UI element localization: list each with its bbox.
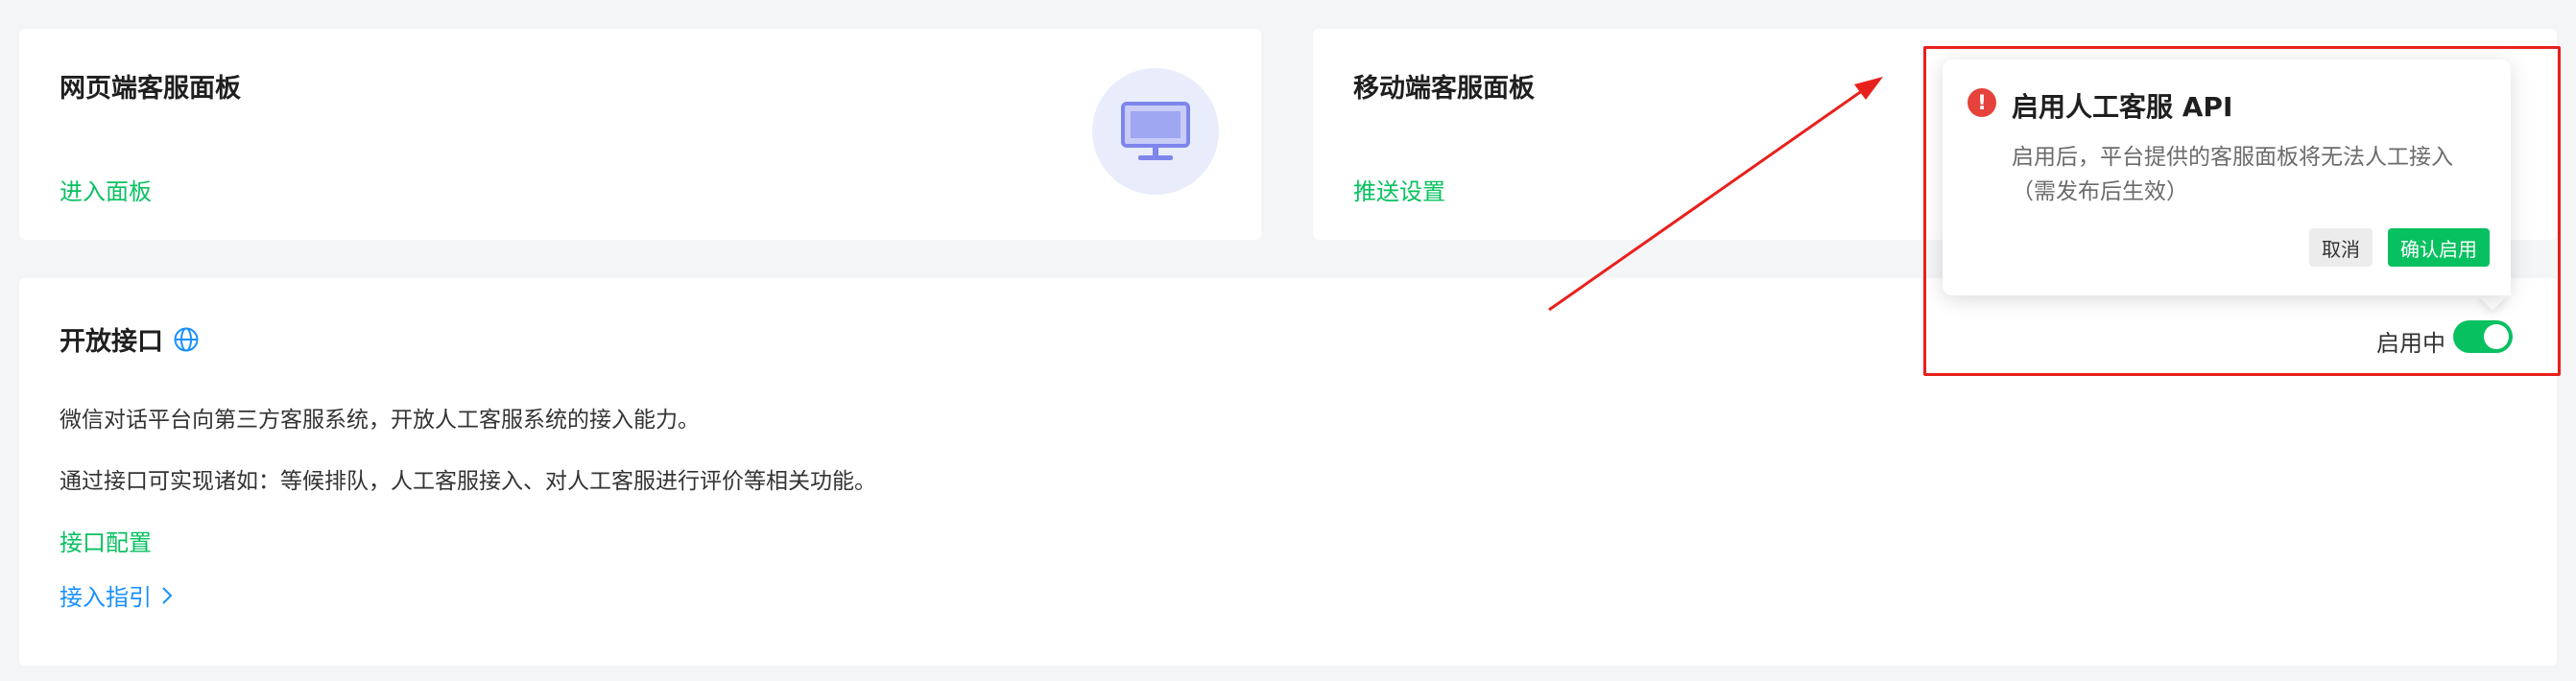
web-panel-card: 网页端客服面板 进入面板 bbox=[19, 29, 1261, 240]
enter-panel-link[interactable]: 进入面板 bbox=[60, 173, 152, 206]
globe-icon[interactable] bbox=[173, 326, 200, 353]
open-api-title: 开放接口 bbox=[60, 327, 163, 357]
api-config-link[interactable]: 接口配置 bbox=[60, 524, 152, 557]
access-guide-link[interactable]: 接入指引 bbox=[60, 578, 173, 612]
push-settings-link[interactable]: 推送设置 bbox=[1353, 173, 1445, 206]
annotation-highlight-box bbox=[1923, 46, 2561, 376]
open-api-description: 微信对话平台向第三方客服系统，开放人工客服系统的接入能力。 bbox=[60, 408, 700, 433]
open-api-features: 通过接口可实现诸如：等候排队，人工客服接入、对人工客服进行评价等相关功能。 bbox=[60, 469, 876, 494]
chevron-right-icon bbox=[161, 586, 173, 605]
access-guide-label: 接入指引 bbox=[60, 584, 152, 611]
monitor-icon bbox=[1092, 68, 1219, 195]
open-api-heading: 开放接口 bbox=[60, 320, 200, 358]
web-panel-title: 网页端客服面板 bbox=[60, 74, 241, 104]
mobile-panel-title: 移动端客服面板 bbox=[1353, 74, 1535, 104]
